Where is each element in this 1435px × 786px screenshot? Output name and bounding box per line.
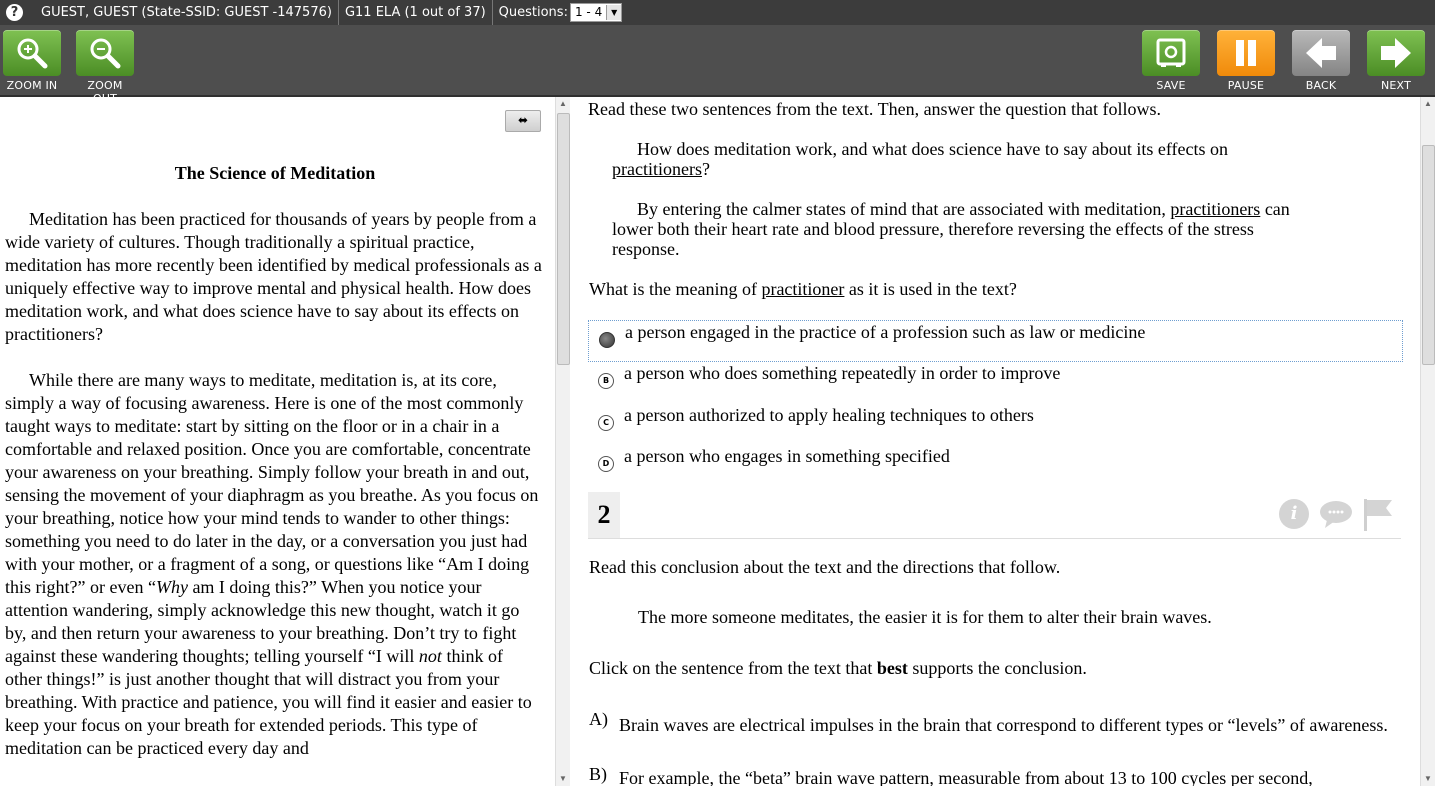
radio-d-icon[interactable]: D [598,456,614,472]
pause-label: PAUSE [1227,79,1265,92]
q1-option-a-text: a person engaged in the practice of a pr… [625,322,1146,342]
scroll-up-icon[interactable]: ▲ [556,97,570,111]
q1-excerpt-1-underlined: practitioners [612,159,702,179]
passage-paragraph-2: While there are many ways to meditate, m… [5,369,543,760]
scroll-up-icon[interactable]: ▲ [1421,97,1435,111]
questions-dropdown[interactable]: 1 - 4 ▼ [569,3,623,22]
arrow-right-icon [1367,30,1425,76]
back-label: BACK [1305,79,1337,92]
toolbar: ZOOM IN ZOOM OUT SAVE PAUSE BACK NEXT [0,25,1435,105]
q1-option-c[interactable]: C a person authorized to apply healing t… [588,404,1401,444]
q1-option-c-text: a person authorized to apply healing tec… [624,405,1034,425]
zoom-out-button[interactable]: ZOOM OUT [75,30,135,105]
q2-divider [588,538,1401,539]
q1-question: What is the meaning of practitioner as i… [589,279,1017,299]
q1-excerpt-2: By entering the calmer states of mind th… [612,199,1312,259]
info-icon[interactable]: i [1279,499,1309,529]
q2-instruction: Click on the sentence from the text that… [589,658,1087,678]
q2-instruction-text-a: Click on the sentence from the text that [589,658,873,678]
chevron-down-icon[interactable]: ▼ [606,5,622,20]
q2-instruction-text-b: supports the conclusion. [912,658,1087,678]
passage-paragraph-1: Meditation has been practiced for thousa… [5,208,543,346]
scroll-down-icon[interactable]: ▼ [1421,772,1435,786]
zoom-in-button[interactable]: ZOOM IN [2,30,62,92]
q1-question-text-a: What is the meaning of [589,279,757,299]
passage-emphasis-not: not [418,646,442,666]
q1-excerpt-1-text: How does meditation work, and what does … [637,139,1229,159]
info-bar: ? GUEST, GUEST (State-SSID: GUEST -14757… [0,0,1435,25]
zoom-in-label: ZOOM IN [6,79,58,92]
q1-prompt: Read these two sentences from the text. … [588,99,1162,119]
questions-selector: Questions: 1 - 4 ▼ [493,0,629,25]
radio-b-icon[interactable]: B [598,373,614,389]
comment-bubble-icon[interactable] [1319,499,1355,529]
passage-scrollbar[interactable]: ▲ ▼ [555,97,570,786]
expand-arrows-icon: ⬌ [517,113,529,127]
pause-icon [1217,30,1275,76]
q2-answer-a-sentence[interactable]: Brain waves are electrical impulses in t… [619,713,1389,738]
q1-question-text-b: as it is used in the text? [848,279,1017,299]
magnifier-plus-icon [3,30,61,76]
back-button[interactable]: BACK [1291,30,1351,92]
q1-option-b[interactable]: B a person who does something repeatedly… [588,362,1401,402]
next-button[interactable]: NEXT [1366,30,1426,92]
questions-dropdown-value: 1 - 4 [574,5,603,19]
save-label: SAVE [1156,79,1186,92]
q1-option-b-text: a person who does something repeatedly i… [624,363,1061,383]
q2-conclusion: The more someone meditates, the easier i… [638,607,1212,627]
passage-paragraph-1-text: Meditation has been practiced for thousa… [5,209,542,344]
flag-icon[interactable] [1362,497,1394,533]
q1-excerpt-1: How does meditation work, and what does … [612,139,1337,179]
radio-selected-icon[interactable] [599,332,615,348]
q1-option-d-text: a person who engages in something specif… [624,446,950,466]
q1-option-a[interactable]: a person engaged in the practice of a pr… [588,320,1403,362]
save-button[interactable]: SAVE [1141,30,1201,92]
next-label: NEXT [1380,79,1412,92]
passage-emphasis-why: Why [155,577,188,597]
arrow-left-icon [1292,30,1350,76]
passage-paragraph-2-text-a: While there are many ways to meditate, m… [5,370,539,597]
question-panel: Read these two sentences from the text. … [572,97,1420,786]
question-scrollbar[interactable]: ▲ ▼ [1420,97,1435,786]
expand-passage-button[interactable]: ⬌ [505,110,541,132]
scroll-down-icon[interactable]: ▼ [556,772,570,786]
passage-title: The Science of Meditation [174,163,376,183]
q2-answer-b-label: B) [589,764,607,784]
questions-label: Questions: [498,5,568,20]
passage-panel: ⬌ The Science of Meditation Meditation h… [0,97,555,786]
q2-answer-b-sentence[interactable]: For example, the “beta” brain wave patte… [619,768,1409,786]
q1-excerpt-1-end: ? [701,159,710,179]
q2-number: 2 [588,492,620,538]
safe-icon [1142,30,1200,76]
q1-option-d[interactable]: D a person who engages in something spec… [588,445,1401,485]
q2-prompt: Read this conclusion about the text and … [589,557,1061,577]
student-name: GUEST, GUEST (State-SSID: GUEST -147576) [35,0,339,25]
test-name: G11 ELA (1 out of 37) [339,0,493,25]
q2-instruction-bold: best [876,658,908,678]
passage-scroll-thumb[interactable] [557,113,570,365]
q1-excerpt-2-text-a: By entering the calmer states of mind th… [637,199,1166,219]
q2-answer-a-label: A) [589,709,608,729]
radio-c-icon[interactable]: C [598,415,614,431]
question-scroll-thumb[interactable] [1422,145,1435,365]
q1-question-underlined: practitioner [761,279,845,299]
pause-button[interactable]: PAUSE [1216,30,1276,92]
magnifier-minus-icon [76,30,134,76]
q1-excerpt-2-underlined: practitioners [1170,199,1261,219]
help-icon[interactable]: ? [6,4,23,21]
